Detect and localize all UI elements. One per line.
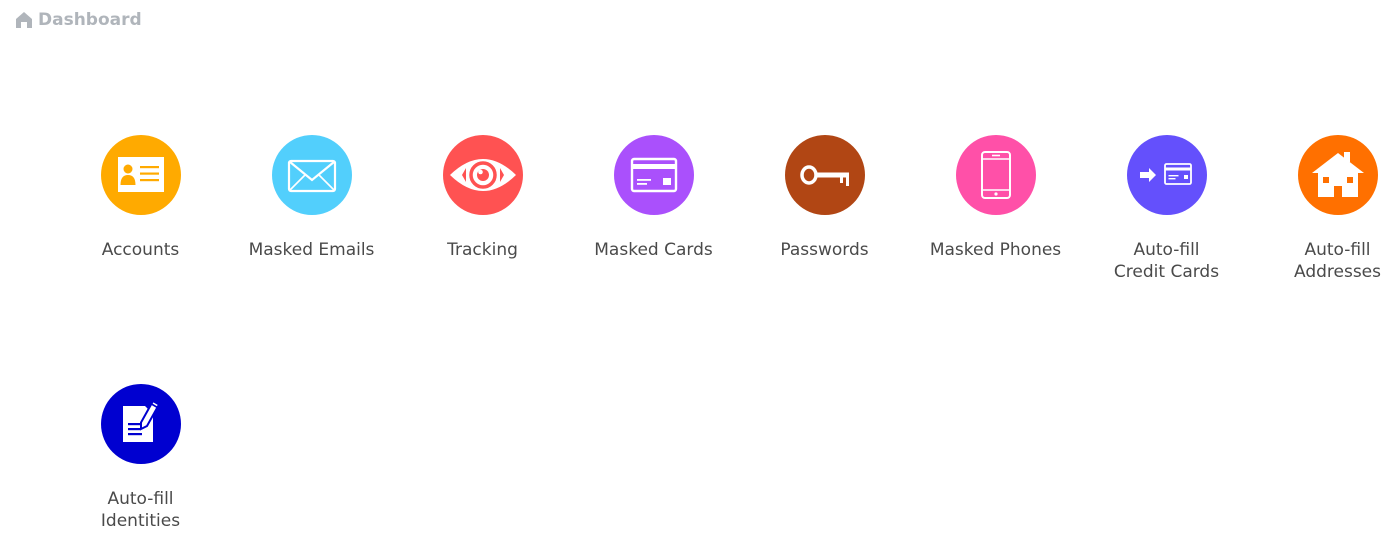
tile-label: Passwords: [780, 240, 869, 260]
home-icon: [14, 10, 34, 30]
breadcrumb[interactable]: Dashboard: [14, 10, 142, 30]
masked-phones-circle: [955, 135, 1036, 215]
tile-autofill-credit-cards[interactable]: Auto-fill Credit Cards: [1081, 135, 1252, 283]
tile-label: Auto-fill Addresses: [1293, 240, 1382, 282]
arrow-card-icon: [1126, 135, 1207, 215]
passwords-circle: [784, 135, 865, 215]
tile-masked-emails[interactable]: Masked Emails: [226, 135, 397, 261]
tile-label: Accounts: [101, 240, 180, 260]
tile-label: Auto-fill Identities: [100, 489, 181, 531]
tracking-circle: [442, 135, 523, 215]
tile-tracking[interactable]: Tracking: [397, 135, 568, 261]
tile-autofill-addresses[interactable]: Auto-fill Addresses: [1252, 135, 1400, 283]
tile-label: Masked Phones: [929, 240, 1062, 260]
masked-emails-circle: [271, 135, 352, 215]
key-icon: [784, 135, 865, 215]
phone-icon: [955, 135, 1036, 215]
autofill-addresses-circle: [1297, 135, 1378, 215]
id-card-icon: [100, 135, 181, 215]
house-icon: [1297, 135, 1378, 215]
masked-cards-circle: [613, 135, 694, 215]
tile-label: Tracking: [447, 240, 518, 260]
tile-passwords[interactable]: Passwords: [739, 135, 910, 261]
breadcrumb-label: Dashboard: [38, 10, 142, 30]
tile-accounts[interactable]: Accounts: [55, 135, 226, 261]
accounts-circle: [100, 135, 181, 215]
tile-masked-cards[interactable]: Masked Cards: [568, 135, 739, 261]
document-pencil-icon: [100, 384, 181, 464]
tile-autofill-identities[interactable]: Auto-fill Identities: [55, 384, 226, 532]
tile-label: Masked Emails: [248, 240, 375, 260]
tile-masked-phones[interactable]: Masked Phones: [910, 135, 1081, 261]
credit-card-icon: [613, 135, 694, 215]
tile-label: Masked Cards: [594, 240, 713, 260]
autofill-credit-cards-circle: [1126, 135, 1207, 215]
autofill-identities-circle: [100, 384, 181, 464]
tile-label: Auto-fill Credit Cards: [1113, 240, 1220, 282]
eye-icon: [442, 135, 523, 215]
envelope-icon: [271, 135, 352, 215]
